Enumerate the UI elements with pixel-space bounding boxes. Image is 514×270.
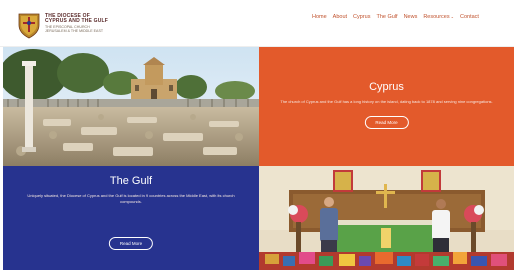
- brand-line-4: JERUSALEM & THE MIDDLE EAST: [45, 29, 104, 34]
- cyprus-panel[interactable]: Cyprus The church of Cyprus and the Gulf…: [259, 47, 514, 166]
- nav-home[interactable]: Home: [312, 14, 327, 20]
- ruins-photo: [3, 47, 259, 166]
- caret-down-icon: ⌄: [450, 14, 454, 19]
- site-header: THE DIOCESE OF CYPRUS AND THE GULF THE E…: [0, 0, 514, 47]
- nav-resources-label: Resources: [423, 14, 450, 20]
- cyprus-title: Cyprus: [369, 81, 404, 93]
- church-interior-photo: [259, 166, 514, 270]
- gulf-read-more-button[interactable]: Read More: [108, 237, 154, 250]
- nav-cyprus[interactable]: Cyprus: [353, 14, 370, 20]
- cyprus-read-more-button[interactable]: Read More: [364, 116, 409, 129]
- diocese-crest-icon[interactable]: [17, 11, 41, 39]
- nav-contact[interactable]: Contact: [460, 14, 479, 20]
- brand-line-2: CYPRUS AND THE GULF: [45, 18, 109, 25]
- gulf-text: Uniquely situated, the Diocese of Cyprus…: [27, 193, 235, 204]
- nav-news[interactable]: News: [404, 14, 418, 20]
- gulf-panel[interactable]: The Gulf Uniquely situated, the Diocese …: [3, 166, 259, 270]
- cyprus-text: The church of Cyprus and the Gulf has a …: [280, 99, 493, 104]
- nav-resources[interactable]: Resources⌄: [423, 14, 454, 20]
- main-nav: Home About Cyprus The Gulf News Resource…: [312, 14, 479, 20]
- nav-the-gulf[interactable]: The Gulf: [376, 14, 397, 20]
- gulf-title: The Gulf: [109, 175, 153, 187]
- nav-about[interactable]: About: [333, 14, 347, 20]
- site-brand[interactable]: THE DIOCESE OF CYPRUS AND THE GULF THE E…: [45, 13, 135, 34]
